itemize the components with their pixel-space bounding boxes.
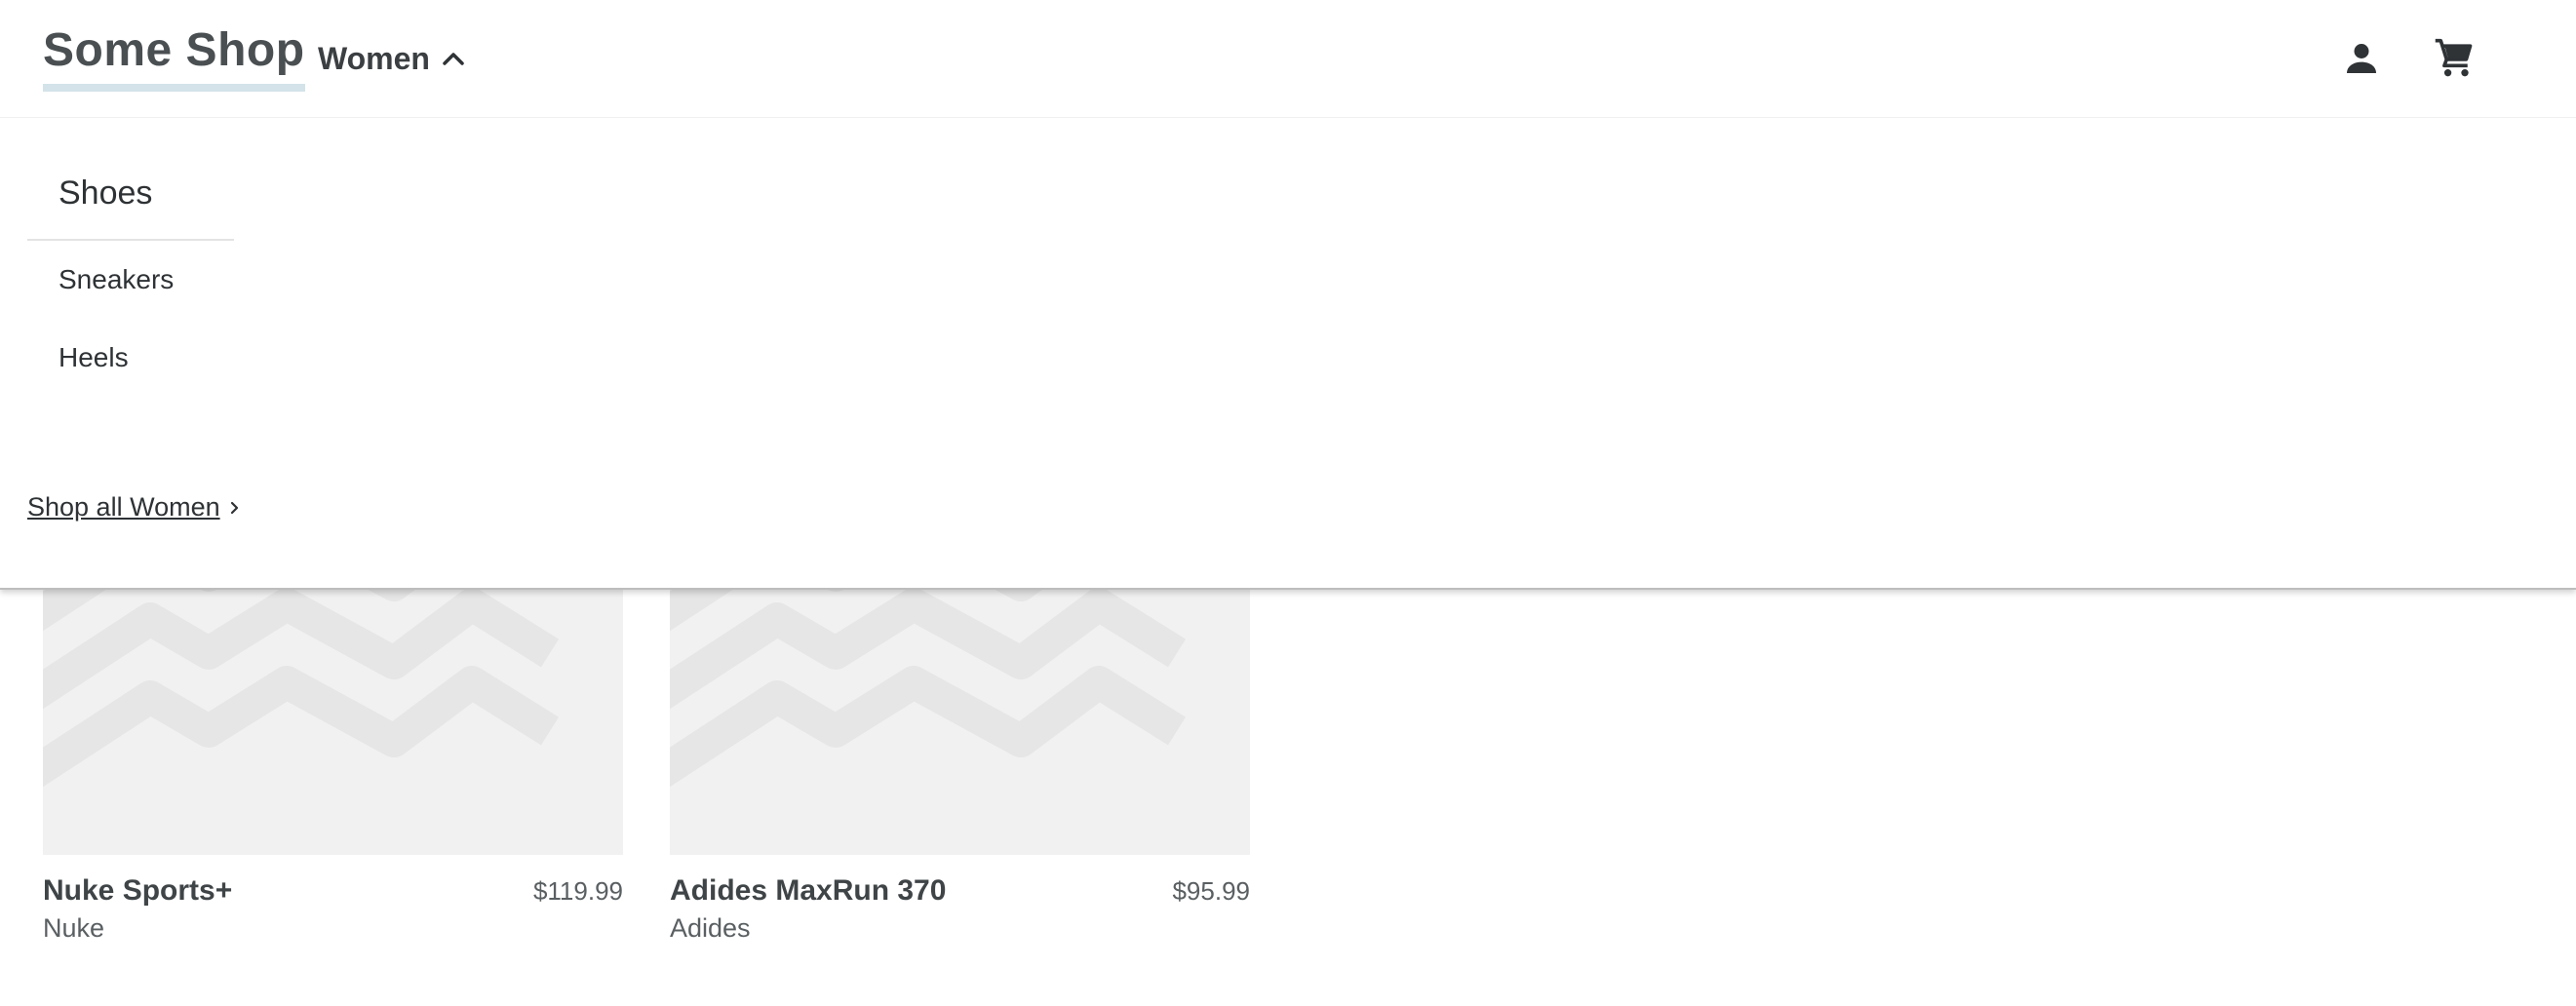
- product-price: $95.99: [1172, 876, 1250, 906]
- product-name[interactable]: Nuke Sports+: [43, 874, 232, 908]
- menu-link-heels[interactable]: Heels: [59, 342, 129, 373]
- chevron-right-icon: [230, 501, 238, 514]
- nav-women-toggle[interactable]: Women: [318, 37, 465, 80]
- product-name[interactable]: Adides MaxRun 370: [670, 874, 946, 908]
- site-header: Some Shop Women: [0, 0, 2576, 118]
- person-icon: [2347, 44, 2376, 73]
- account-button[interactable]: [2332, 29, 2391, 88]
- site-logo[interactable]: Some Shop: [43, 23, 305, 92]
- product-price: $119.99: [532, 876, 623, 906]
- nav-women-label: Women: [318, 40, 430, 76]
- chevron-up-icon: [443, 53, 464, 65]
- product-brand: Adides: [670, 913, 751, 943]
- women-dropdown-menu: Shoes Sneakers Heels Shop all Women: [0, 118, 2576, 590]
- menu-link-sneakers[interactable]: Sneakers: [59, 264, 174, 295]
- cart-button[interactable]: [2425, 29, 2483, 88]
- product-brand: Nuke: [43, 913, 105, 943]
- category-heading-shoes[interactable]: Shoes: [59, 174, 152, 213]
- shop-all-label: Shop all Women: [27, 492, 220, 522]
- shop-all-women-link[interactable]: Shop all Women: [27, 492, 242, 522]
- category-divider: [27, 239, 234, 241]
- shopping-cart-icon: [2435, 38, 2473, 77]
